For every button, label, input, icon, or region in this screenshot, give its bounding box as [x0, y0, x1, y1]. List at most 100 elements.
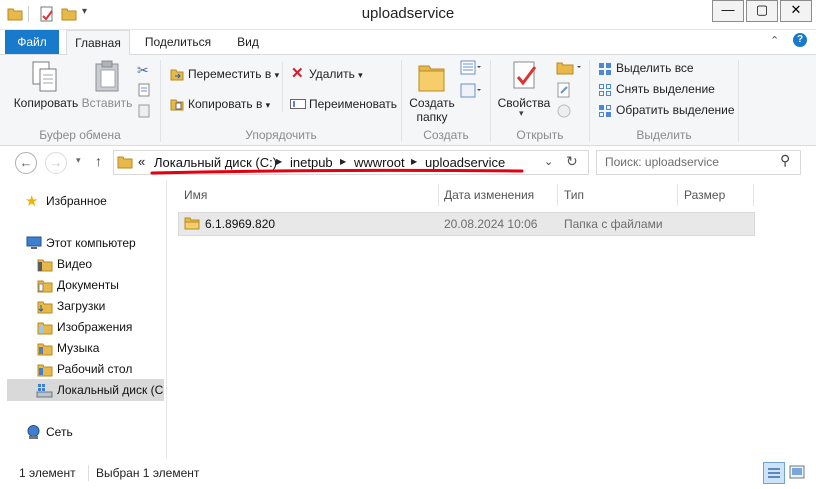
pictures-folder-icon — [37, 322, 53, 335]
move-to-label: Переместить в — [188, 67, 272, 81]
breadcrumb-separator-icon[interactable]: ▶ — [411, 157, 417, 166]
history-icon[interactable] — [556, 103, 572, 119]
paste-icon — [95, 60, 119, 92]
column-header-date[interactable]: Дата изменения — [444, 186, 534, 204]
new-folder-label-2: папку — [416, 110, 448, 124]
maximize-button[interactable]: ▢ — [746, 0, 778, 22]
search-input[interactable]: Поиск: uploadservice — [605, 155, 719, 169]
status-item-count: 1 элемент — [19, 466, 76, 480]
paste-button[interactable]: Вставить — [80, 96, 134, 110]
music-folder-icon — [37, 343, 53, 356]
nav-network[interactable]: Сеть — [46, 422, 73, 443]
move-to-button[interactable]: Переместить в ▾ — [188, 64, 279, 84]
column-divider[interactable] — [677, 184, 678, 206]
new-item-icon[interactable] — [460, 60, 482, 76]
nav-favorites[interactable]: Избранное — [46, 191, 107, 212]
desktop-folder-icon — [37, 364, 53, 377]
organize-divider — [282, 62, 283, 112]
breadcrumb-separator-icon[interactable]: ▶ — [340, 157, 346, 166]
tab-home[interactable]: Главная — [66, 30, 130, 56]
column-divider[interactable] — [557, 184, 558, 206]
window-title: uploadservice — [361, 5, 455, 22]
large-icons-view-button[interactable] — [788, 463, 806, 481]
local-disk-icon — [36, 384, 53, 398]
nav-item-documents[interactable]: Документы — [57, 275, 119, 296]
star-icon: ★ — [25, 193, 39, 210]
column-header-name[interactable]: Имя — [184, 186, 207, 204]
tab-file[interactable]: Файл — [5, 30, 59, 54]
details-view-icon — [768, 468, 780, 478]
new-folder-large-icon — [418, 65, 445, 92]
rename-button[interactable]: Переименовать — [309, 94, 397, 114]
create-group-label: Создать — [423, 128, 469, 142]
minimize-button[interactable]: — — [712, 0, 744, 22]
red-underline-annotation — [150, 168, 524, 175]
delete-label: Удалить — [309, 67, 355, 81]
back-button[interactable]: ← — [15, 152, 37, 174]
details-view-button[interactable] — [763, 462, 785, 484]
invert-selection-button[interactable]: Обратить выделение — [616, 100, 735, 120]
breadcrumb-overflow[interactable]: « — [138, 154, 145, 169]
folder-icon — [117, 156, 133, 169]
nav-item-downloads[interactable]: Загрузки — [57, 296, 105, 317]
nav-this-pc[interactable]: Этот компьютер — [46, 233, 136, 254]
nav-item-local-disk[interactable]: Локальный диск (C — [57, 380, 163, 401]
status-selected: Выбран 1 элемент — [96, 466, 200, 480]
status-divider — [88, 465, 89, 481]
cut-icon[interactable]: ✂ — [137, 62, 149, 79]
select-all-icon — [599, 63, 611, 75]
copy-icon — [32, 61, 57, 92]
easy-access-icon[interactable] — [460, 83, 482, 99]
help-icon[interactable]: ? — [793, 33, 807, 47]
select-none-button[interactable]: Снять выделение — [616, 79, 715, 99]
tab-share[interactable]: Поделиться — [138, 30, 218, 54]
recent-locations-icon[interactable]: ▾ — [76, 155, 81, 166]
edit-icon[interactable] — [556, 82, 572, 98]
column-header-type[interactable]: Тип — [564, 186, 584, 204]
delete-icon: ✕ — [291, 65, 304, 82]
open-group-label: Открыть — [516, 128, 564, 142]
copy-button[interactable]: Копировать — [12, 96, 80, 110]
nav-item-video[interactable]: Видео — [57, 254, 92, 275]
video-folder-icon — [37, 259, 53, 272]
folder-icon — [184, 217, 200, 230]
copy-to-label: Копировать в — [188, 97, 263, 111]
network-icon — [27, 425, 40, 439]
column-divider[interactable] — [438, 184, 439, 206]
column-divider[interactable] — [753, 184, 754, 206]
address-dropdown-icon[interactable]: ⌄ — [544, 155, 553, 168]
properties-large-icon — [513, 61, 537, 89]
computer-icon — [26, 236, 42, 249]
collapse-ribbon-icon[interactable]: ⌃ — [770, 34, 779, 47]
up-button[interactable]: ↑ — [95, 153, 102, 169]
file-modified: 20.08.2024 10:06 — [444, 217, 538, 231]
column-header-size[interactable]: Размер — [684, 186, 725, 204]
paste-shortcut-icon[interactable] — [137, 104, 151, 118]
file-name[interactable]: 6.1.8969.820 — [205, 214, 275, 234]
downloads-folder-icon — [37, 301, 53, 314]
tab-view[interactable]: Вид — [226, 30, 270, 54]
move-to-icon — [170, 69, 184, 81]
select-all-button[interactable]: Выделить все — [616, 58, 694, 78]
new-folder-label-1: Создать — [409, 96, 455, 110]
new-folder-button[interactable]: Создать папку — [404, 96, 460, 124]
refresh-icon[interactable]: ↻ — [566, 153, 578, 170]
close-button[interactable]: ✕ — [780, 0, 812, 22]
copy-to-button[interactable]: Копировать в ▾ — [188, 94, 270, 114]
properties-dropdown-icon[interactable]: ▾ — [519, 108, 524, 119]
breadcrumb-separator-icon[interactable]: ▶ — [276, 157, 282, 166]
copy-path-icon[interactable] — [137, 83, 151, 97]
nav-item-music[interactable]: Музыка — [57, 338, 99, 359]
open-icon[interactable] — [556, 60, 582, 76]
select-group-label: Выделить — [636, 128, 692, 142]
properties-button[interactable]: Свойства — [494, 96, 554, 110]
nav-item-pictures[interactable]: Изображения — [57, 317, 132, 338]
forward-button[interactable]: → — [45, 152, 67, 174]
invert-selection-icon — [599, 105, 611, 117]
select-none-icon — [599, 84, 611, 96]
search-icon[interactable]: ⚲ — [780, 152, 790, 169]
organize-group-label: Упорядочить — [245, 128, 317, 142]
nav-item-desktop[interactable]: Рабочий стол — [57, 359, 132, 380]
delete-button[interactable]: Удалить ▾ — [309, 64, 363, 84]
copy-to-icon — [170, 99, 184, 111]
